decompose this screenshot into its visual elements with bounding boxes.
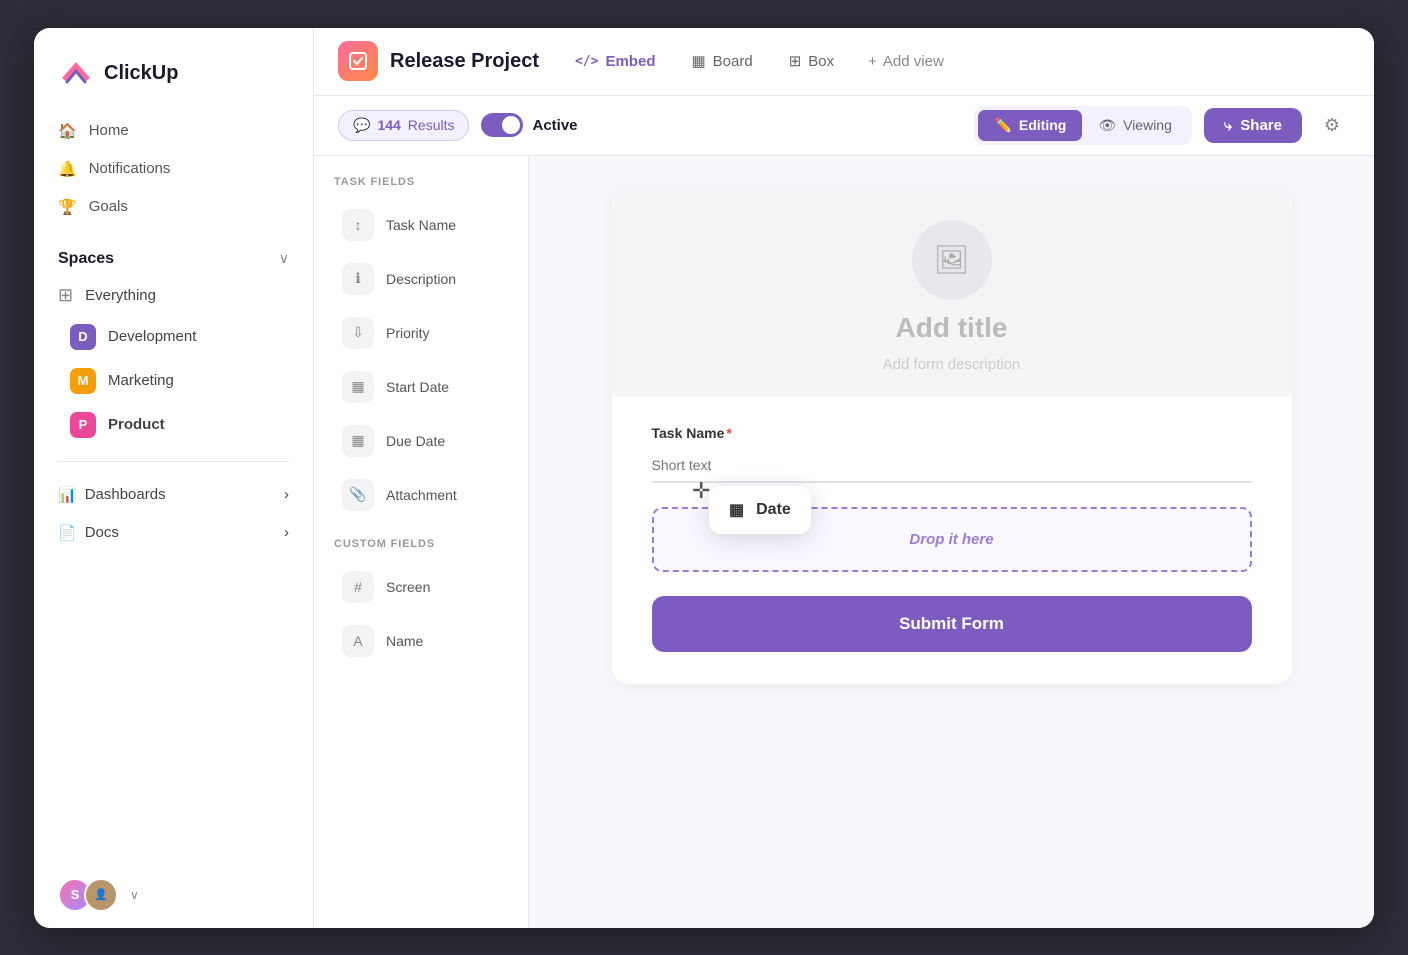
logo-text: ClickUp bbox=[104, 62, 178, 85]
drag-tooltip: ▦ Date bbox=[709, 486, 811, 534]
toolbar: 💬 144 Results Active ✏️ Editing 👁 Viewin… bbox=[314, 96, 1374, 156]
project-icon bbox=[338, 41, 378, 81]
custom-fields-title: CUSTOM FIELDS bbox=[314, 538, 528, 560]
task-name-field: Task Name* bbox=[652, 425, 1252, 483]
home-icon: 🏠 bbox=[58, 122, 77, 140]
topbar-views: </> Embed ▦ Board ⊞ Box + Add view bbox=[559, 44, 1350, 78]
sidebar-divider bbox=[58, 461, 289, 462]
field-due-date[interactable]: ▦ Due Date bbox=[322, 414, 520, 468]
tab-editing[interactable]: ✏️ Editing bbox=[978, 110, 1082, 141]
field-task-name[interactable]: ↕ Task Name bbox=[322, 198, 520, 252]
field-description[interactable]: ℹ Description bbox=[322, 252, 520, 306]
tab-viewing[interactable]: 👁 Viewing bbox=[1082, 110, 1188, 141]
sidebar-item-docs[interactable]: 📄 Docs › bbox=[34, 514, 313, 552]
share-button[interactable]: ⤷ Share bbox=[1204, 108, 1302, 143]
embed-icon: </> bbox=[575, 54, 598, 69]
dashboards-chevron-icon: › bbox=[284, 486, 289, 503]
form-image-placeholder[interactable]: 🖼 bbox=[912, 220, 992, 300]
priority-icon: ⇩ bbox=[342, 317, 374, 349]
form-body: Task Name* Drop it here bbox=[612, 397, 1292, 572]
field-screen[interactable]: # Screen bbox=[322, 560, 520, 614]
due-date-icon: ▦ bbox=[342, 425, 374, 457]
sidebar-item-everything[interactable]: ⊞ Everything bbox=[34, 276, 313, 315]
screen-icon: # bbox=[342, 571, 374, 603]
gear-icon: ⚙ bbox=[1324, 115, 1340, 136]
spaces-chevron-icon[interactable]: ∨ bbox=[279, 250, 289, 267]
form-title-placeholder[interactable]: Add title bbox=[896, 312, 1008, 344]
sidebar-item-development[interactable]: D Development bbox=[46, 315, 301, 359]
form-card: 🖼 Add title Add form description Task Na… bbox=[612, 188, 1292, 684]
development-dot: D bbox=[70, 324, 96, 350]
spaces-header: Spaces ∨ bbox=[34, 238, 313, 276]
box-icon: ⊞ bbox=[789, 52, 802, 70]
task-name-icon: ↕ bbox=[342, 209, 374, 241]
share-icon: ⤷ bbox=[1224, 117, 1232, 134]
name-field-icon: A bbox=[342, 625, 374, 657]
notifications-icon: 🔔 bbox=[58, 160, 77, 178]
submit-form-button[interactable]: Submit Form bbox=[652, 596, 1252, 652]
attachment-icon: 📎 bbox=[342, 479, 374, 511]
toggle-track bbox=[481, 113, 523, 137]
product-dot: P bbox=[70, 412, 96, 438]
topbar: Release Project </> Embed ▦ Board ⊞ Box … bbox=[314, 28, 1374, 96]
toggle-thumb bbox=[502, 116, 520, 134]
drag-cursor-icon: ✛ bbox=[692, 478, 710, 504]
avatar-group: S 👤 bbox=[58, 878, 118, 912]
sidebar: ClickUp 🏠 Home 🔔 Notifications 🏆 Goals S… bbox=[34, 28, 314, 928]
tab-box[interactable]: ⊞ Box bbox=[773, 44, 850, 78]
tab-board[interactable]: ▦ Board bbox=[675, 44, 768, 78]
field-name[interactable]: A Name bbox=[322, 614, 520, 668]
sidebar-item-dashboards[interactable]: 📊 Dashboards › bbox=[34, 476, 313, 514]
logo: ClickUp bbox=[34, 28, 313, 112]
project-box-icon bbox=[347, 50, 369, 72]
main-nav: 🏠 Home 🔔 Notifications 🏆 Goals bbox=[34, 112, 313, 226]
docs-icon: 📄 bbox=[58, 524, 77, 542]
add-view-plus-icon: + bbox=[868, 53, 877, 70]
project-title: Release Project bbox=[390, 50, 539, 73]
field-attachment[interactable]: 📎 Attachment bbox=[322, 468, 520, 522]
docs-chevron-icon: › bbox=[284, 524, 289, 541]
active-toggle[interactable]: Active bbox=[481, 113, 577, 137]
edit-pen-icon: ✏️ bbox=[994, 117, 1011, 134]
content-area: TASK FIELDS ↕ Task Name ℹ Description ⇩ … bbox=[314, 156, 1374, 928]
sidebar-item-goals[interactable]: 🏆 Goals bbox=[46, 188, 301, 226]
form-desc-placeholder[interactable]: Add form description bbox=[883, 356, 1021, 373]
image-icon: 🖼 bbox=[934, 243, 970, 276]
task-name-input[interactable] bbox=[652, 449, 1252, 483]
required-star: * bbox=[726, 425, 731, 441]
everything-grid-icon: ⊞ bbox=[58, 285, 73, 306]
sidebar-item-home[interactable]: 🏠 Home bbox=[46, 112, 301, 150]
clickup-logo-icon bbox=[58, 56, 94, 92]
avatar-chevron-icon[interactable]: ∨ bbox=[130, 888, 139, 902]
task-fields-title: TASK FIELDS bbox=[314, 176, 528, 198]
eye-icon: 👁 bbox=[1098, 117, 1116, 134]
sidebar-bottom: S 👤 ∨ bbox=[34, 862, 313, 928]
date-drag-icon: ▦ bbox=[729, 500, 744, 520]
board-icon: ▦ bbox=[691, 52, 705, 70]
active-label: Active bbox=[532, 117, 577, 134]
form-area: 🖼 Add title Add form description Task Na… bbox=[529, 156, 1374, 928]
marketing-dot: M bbox=[70, 368, 96, 394]
sidebar-item-marketing[interactable]: M Marketing bbox=[46, 359, 301, 403]
main-content: Release Project </> Embed ▦ Board ⊞ Box … bbox=[314, 28, 1374, 928]
form-header: 🖼 Add title Add form description bbox=[612, 188, 1292, 397]
fields-panel: TASK FIELDS ↕ Task Name ℹ Description ⇩ … bbox=[314, 156, 529, 928]
tab-embed[interactable]: </> Embed bbox=[559, 45, 672, 78]
task-name-label: Task Name* bbox=[652, 425, 1252, 441]
goals-icon: 🏆 bbox=[58, 198, 77, 216]
mode-tabs: ✏️ Editing 👁 Viewing bbox=[974, 106, 1191, 145]
settings-button[interactable]: ⚙ bbox=[1314, 107, 1350, 143]
description-icon: ℹ bbox=[342, 263, 374, 295]
sidebar-item-product[interactable]: P Product bbox=[46, 403, 301, 447]
results-chat-icon: 💬 bbox=[353, 117, 370, 134]
start-date-icon: ▦ bbox=[342, 371, 374, 403]
dashboards-icon: 📊 bbox=[58, 486, 77, 504]
field-start-date[interactable]: ▦ Start Date bbox=[322, 360, 520, 414]
avatar-user: 👤 bbox=[84, 878, 118, 912]
field-priority[interactable]: ⇩ Priority bbox=[322, 306, 520, 360]
sidebar-item-notifications[interactable]: 🔔 Notifications bbox=[46, 150, 301, 188]
add-view-button[interactable]: + Add view bbox=[854, 45, 958, 78]
spaces-title: Spaces bbox=[58, 250, 114, 268]
results-badge[interactable]: 💬 144 Results bbox=[338, 110, 469, 141]
